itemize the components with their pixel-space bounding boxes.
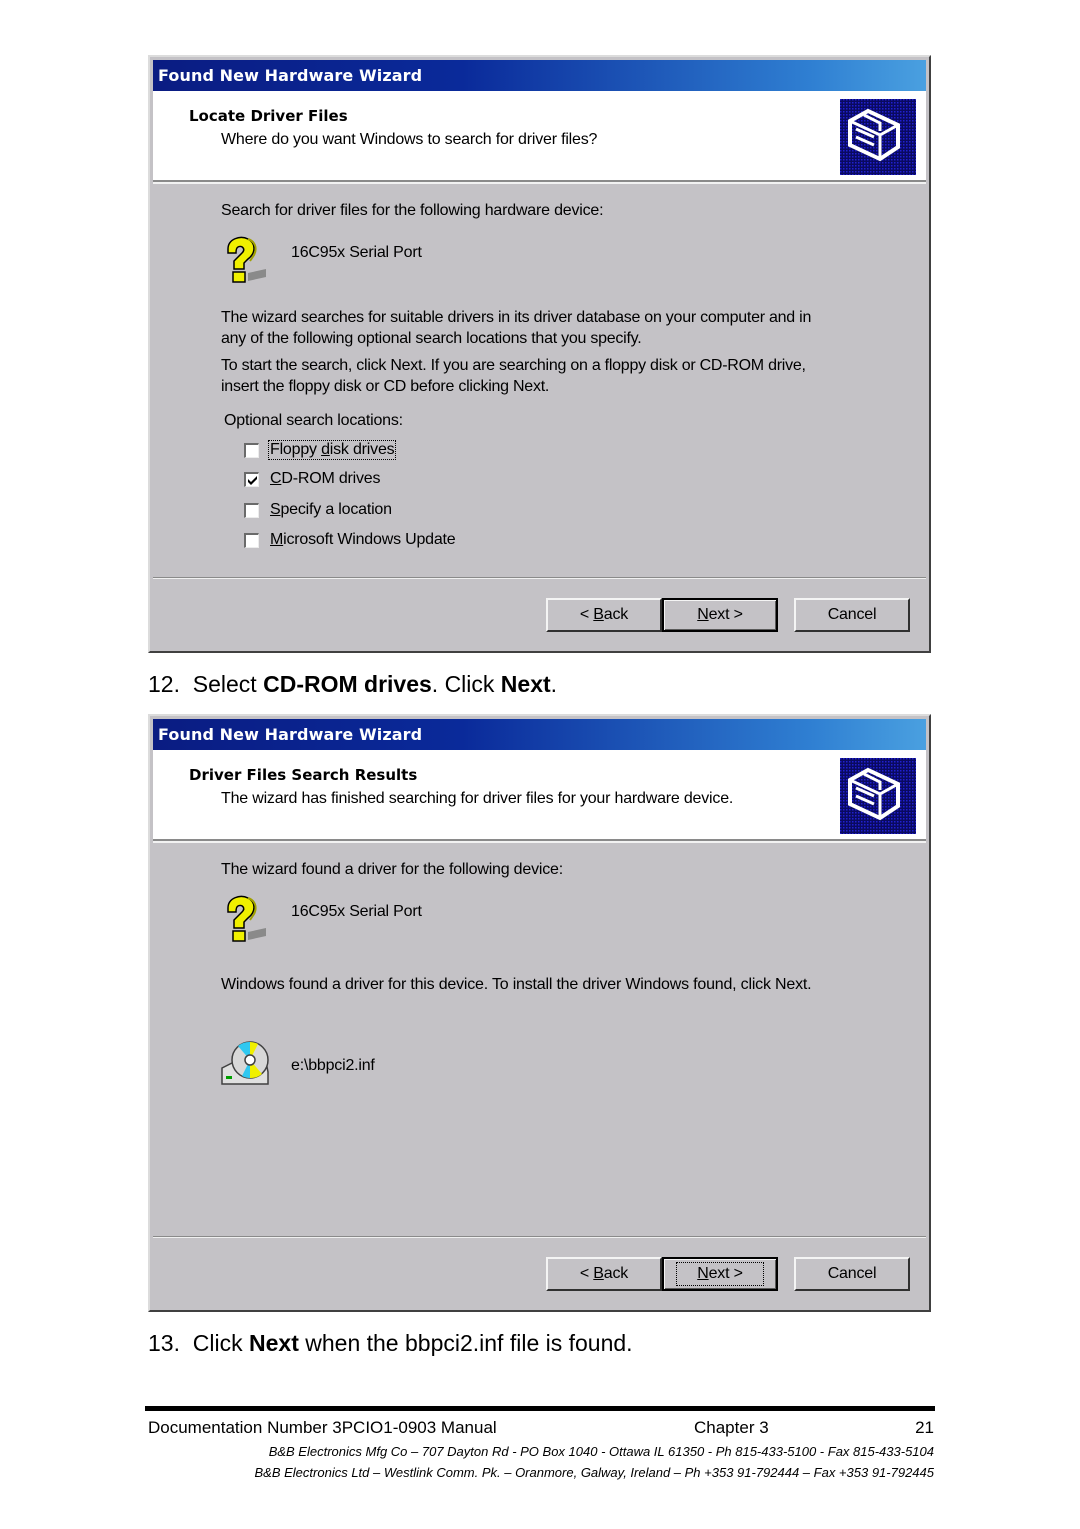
wizard-header: Locate Driver Files Where do you want Wi… [153, 91, 926, 184]
doc-number: Documentation Number 3PCIO1-0903 Manual [148, 1418, 497, 1437]
cancel-button[interactable]: Cancel [794, 1257, 910, 1291]
checkbox-cd-rom-drives[interactable]: CD-ROM drives [244, 468, 381, 490]
checkmark-icon [248, 475, 257, 485]
step-bold-text: Next [500, 671, 551, 697]
footer-rule [145, 1406, 935, 1411]
step-13-instruction: 13. Click Next when the bbpci2.inf file … [148, 1330, 633, 1357]
wizard-description: The wizard searches for suitable drivers… [221, 307, 811, 349]
checkbox-box[interactable] [244, 471, 259, 487]
back-button[interactable]: < Back [546, 598, 662, 632]
checkbox-box[interactable] [244, 502, 259, 518]
checkbox-box[interactable] [244, 442, 259, 458]
next-button[interactable]: Next > [662, 1257, 778, 1291]
wizard-dialog-locate-driver: Found New Hardware Wizard Locate Driver … [148, 55, 931, 653]
wizard-instructions: To start the search, click Next. If you … [221, 355, 806, 397]
header-title: Driver Files Search Results [189, 766, 418, 784]
chapter-label: Chapter 3 [694, 1418, 769, 1437]
step-text: . Click [431, 671, 501, 697]
checkbox-label: Specify a location [270, 501, 392, 518]
cancel-button[interactable]: Cancel [794, 598, 910, 632]
next-button[interactable]: Next > [662, 598, 778, 632]
step-number: 13. [148, 1330, 180, 1356]
button-separator [153, 1236, 926, 1238]
dialog-titlebar: Found New Hardware Wizard [153, 60, 926, 91]
hardware-wizard-icon [840, 99, 916, 175]
header-subtitle: The wizard has finished searching for dr… [221, 790, 734, 807]
instruction-line: To start the search, click Next. If you … [221, 357, 806, 374]
step-bold-text: Next [249, 1330, 299, 1356]
page-number: 21 [915, 1418, 934, 1437]
footer-address-ireland: B&B Electronics Ltd – Westlink Comm. Pk.… [254, 1465, 935, 1480]
checkbox-specify-location[interactable]: Specify a location [244, 499, 393, 521]
checkbox-label: CD-ROM drives [270, 470, 381, 487]
step-bold-text: CD-ROM drives [263, 671, 432, 697]
driver-file-path: e:\bbpci2.inf [291, 1057, 375, 1074]
step-text: when the bbpci2.inf file is found. [298, 1330, 633, 1356]
step-number: 12. [148, 671, 180, 697]
driver-found-text: Windows found a driver for this device. … [221, 976, 812, 993]
description-line: any of the following optional search loc… [221, 330, 642, 347]
device-name: 16C95x Serial Port [291, 244, 422, 261]
unknown-device-icon [227, 236, 266, 283]
found-intro-text: The wizard found a driver for the follow… [221, 861, 563, 878]
footer-address-us: B&B Electronics Mfg Co – 707 Dayton Rd -… [268, 1444, 934, 1459]
unknown-device-icon [227, 895, 266, 942]
checkbox-label: Floppy disk drives [267, 440, 397, 460]
step-text: Click [192, 1330, 249, 1356]
wizard-header: Driver Files Search Results The wizard h… [153, 750, 926, 843]
hardware-wizard-icon [840, 758, 916, 834]
step-12-instruction: 12. Select CD-ROM drives. Click Next. [148, 671, 557, 698]
instruction-line: insert the floppy disk or CD before clic… [221, 378, 550, 395]
back-button[interactable]: < Back [546, 1257, 662, 1291]
optional-locations-label: Optional search locations: [224, 412, 403, 429]
header-title: Locate Driver Files [189, 107, 348, 125]
checkbox-label: Microsoft Windows Update [270, 531, 456, 548]
checkbox-floppy-disk-drives[interactable]: Floppy disk drives [244, 439, 397, 461]
search-intro-text: Search for driver files for the followin… [221, 202, 604, 219]
step-text: . [550, 671, 558, 697]
device-name: 16C95x Serial Port [291, 903, 422, 920]
checkbox-box[interactable] [244, 532, 259, 548]
cd-drive-icon [221, 1041, 269, 1085]
step-text: Select [192, 671, 264, 697]
dialog-titlebar: Found New Hardware Wizard [153, 719, 926, 750]
wizard-dialog-search-results: Found New Hardware Wizard Driver Files S… [148, 714, 931, 1312]
header-subtitle: Where do you want Windows to search for … [221, 131, 598, 148]
checkbox-windows-update[interactable]: Microsoft Windows Update [244, 529, 457, 551]
description-line: The wizard searches for suitable drivers… [221, 309, 812, 326]
button-separator [153, 577, 926, 579]
